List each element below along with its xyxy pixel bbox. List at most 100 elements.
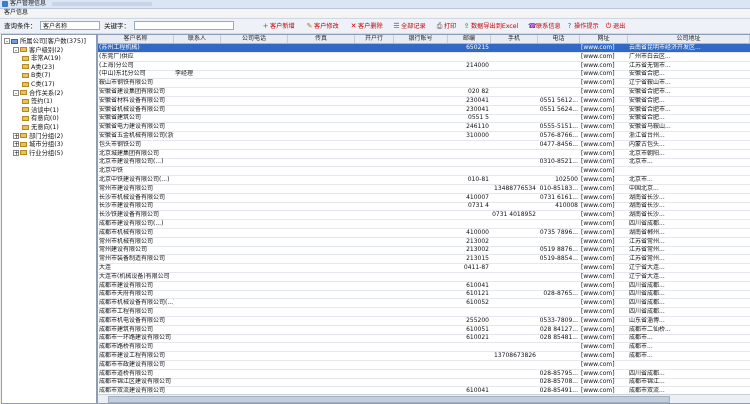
collapse-icon[interactable]: - xyxy=(4,38,10,45)
table-row[interactable]: 安徽省材料设备有限公司 230041 0551 5612... [www.com] 安徽… xyxy=(98,97,750,106)
export-button[interactable]: ⇪ 数据导出到Excel xyxy=(463,20,519,32)
table-row[interactable]: 长沙铁建设备有限公司 0731 4018952 [www.com] 湖南省长沙... xyxy=(98,211,750,221)
table-row[interactable]: 成都市路桥有限公司 [www.com] 成都市... xyxy=(98,343,750,353)
table-cell: 湖南省长沙... xyxy=(629,211,665,219)
table-row[interactable]: 包头市钢铁公司 0477-8456... [www.com] 内蒙古包头... xyxy=(98,141,750,150)
table-row[interactable]: 成都市天府有限公司 610121 028-8765... [www.com] 四川省成都… xyxy=(98,290,750,300)
table-row[interactable]: 成都市建设工程有限公司 13708673826 [www.com] 成都市... xyxy=(98,352,750,361)
table-cell: 安徽省马鞍山... xyxy=(629,123,671,131)
table-row[interactable]: 成都市工程有限公司 [www.com] 四川省成都... xyxy=(98,308,750,317)
table-cell xyxy=(491,97,538,105)
table-cell xyxy=(355,150,394,158)
table-row[interactable]: 常州市装备制造有限公司 213015 0519-8854... [www.com] 江苏… xyxy=(98,255,750,265)
table-row[interactable]: 北京城建集团有限公司 [www.com] 北京市朝阳... xyxy=(98,150,750,159)
table-cell: 0310-8521... xyxy=(539,158,578,166)
table-row[interactable]: (东莞厂)供应 [www.com] 广州市白云区... xyxy=(98,53,750,62)
column-header[interactable]: 客户名称 xyxy=(98,35,174,43)
tree-node[interactable]: 签约(1) xyxy=(22,98,53,106)
select-all-button[interactable]: ☰全部记录 xyxy=(393,20,425,32)
column-header[interactable]: 邮编 xyxy=(448,35,491,43)
table-row[interactable]: 常州市机械有限公司 213002 [www.com] 江苏省常州... xyxy=(98,238,750,247)
print-button[interactable]: ⎙ 打印 xyxy=(436,20,457,32)
table-cell xyxy=(491,282,538,290)
column-header[interactable]: 手机 xyxy=(491,35,538,43)
table-row[interactable]: 长沙市建设有限公司 0731 4 410008 [www.com] 湖南省长沙... xyxy=(98,202,750,212)
tree-node[interactable]: 有意向(0) xyxy=(22,115,59,123)
category-tree[interactable]: - 所属公司[客户数(375)] - 客户级别(2) 非常A(19) A类(23) B类(7… xyxy=(1,34,97,404)
tree-node[interactable]: A类(23) xyxy=(22,64,55,72)
delete-button[interactable]: ✕ 客户删除 xyxy=(350,20,383,32)
collapse-icon[interactable]: - xyxy=(13,89,19,96)
table-row[interactable]: 安徽省电力建设有限公司 246110 0555-5151... [www.com] 安徽… xyxy=(98,123,750,133)
column-header[interactable]: 联系人 xyxy=(174,35,221,43)
table-cell: 255200 xyxy=(466,316,489,324)
help-button[interactable]: ? 操作提示 xyxy=(566,20,599,32)
tree-node[interactable]: C类(17) xyxy=(22,81,55,89)
table-row[interactable]: 安徽省机械设备有限公司 230041 0551 5624... [www.com] 安徽… xyxy=(98,106,750,115)
table-cell: [www.com] xyxy=(581,70,615,78)
table-row[interactable]: 鞍山市钢铁有限公司 [www.com] 辽宁省鞍山市... xyxy=(98,79,750,89)
tree-node[interactable]: + 部门分组(2) xyxy=(13,132,63,141)
edit-button[interactable]: ✎ 客户修改 xyxy=(306,20,339,32)
table-cell xyxy=(538,79,580,87)
search-field-select[interactable]: 客户名称 xyxy=(40,21,100,30)
table-row[interactable]: 大连市(机械设备)有限公司 [www.com] 辽宁省大连... xyxy=(98,273,750,282)
tree-node[interactable]: 洽谈中(1) xyxy=(22,107,59,115)
tree-node[interactable]: + 行业分组(5) xyxy=(13,149,63,158)
table-row[interactable]: 成都市锦江区建设有限公司 028-85708... [www.com] 成都市锦江..… xyxy=(98,378,750,388)
horizontal-scrollbar[interactable] xyxy=(98,394,750,403)
column-header[interactable]: 公司地址 xyxy=(628,35,750,43)
table-row[interactable]: (上海)分公司 214000 [www.com] 江苏省无锡市... xyxy=(98,62,750,71)
tree-node[interactable]: - 所属公司[客户数(375)] xyxy=(4,38,86,46)
table-row[interactable]: 成都市一环路建设有限公司 610021 028 85481... [www.com] 成… xyxy=(98,334,750,344)
exit-icon: ⏻ xyxy=(605,22,612,30)
plus-button[interactable]: + 客户新增 xyxy=(262,20,295,32)
table-row[interactable]: 安徽省建筑公司 0551 5 [www.com] 安徽省合肥... xyxy=(98,114,750,124)
column-header[interactable]: 网址 xyxy=(580,35,628,43)
table-cell: 0735 7896... xyxy=(539,228,578,236)
column-header[interactable]: 传真 xyxy=(288,35,355,43)
table-row[interactable]: 成都市机械有限公司 410000 0735 7896... [www.com] 湖南省郴… xyxy=(98,229,750,238)
table-row[interactable]: 北京中铁 [www.com] xyxy=(98,167,750,177)
table-row[interactable]: 安徽省建设集团有限公司 020 82 [www.com] 安徽省合肥市... xyxy=(98,88,750,97)
expand-icon[interactable]: + xyxy=(13,132,19,139)
table-cell xyxy=(355,97,394,105)
tree-node[interactable]: - 客户级别(2) xyxy=(13,46,63,55)
table-row[interactable]: 成都市建设有限公司(...) [www.com] 四川省成都... xyxy=(98,220,750,229)
tree-node[interactable]: 无意向(1) xyxy=(22,124,59,132)
expand-icon[interactable]: + xyxy=(13,141,19,148)
contact-button[interactable]: ☎联系信息 xyxy=(528,20,561,32)
column-header[interactable]: 电话 xyxy=(538,35,580,43)
column-header[interactable]: 公司电话 xyxy=(221,35,288,43)
table-row[interactable]: 成都市机械设备有限公司(...) 610052 [www.com] 四川省成都... xyxy=(98,299,750,309)
table-row[interactable]: 成都市道桥有限公司 028-85795... [www.com] 四川省成都... xyxy=(98,370,750,379)
table-row[interactable]: 北京中铁建设有限公司(...) 010-81 102500 [www.com] 北京市.… xyxy=(98,176,750,185)
table-row[interactable]: 成都市市政建设有限公司 [www.com] xyxy=(98,361,750,370)
tree-node[interactable]: + 城市分组(3) xyxy=(13,141,63,149)
table-row[interactable]: 成都市建设有限公司 610041 [www.com] 四川省成都... xyxy=(98,282,750,291)
collapse-icon[interactable]: - xyxy=(13,46,19,53)
keyword-input[interactable] xyxy=(134,21,234,30)
table-row[interactable]: 北京市建设有限公司(...) 0310-8521... [www.com] 北京市..… xyxy=(98,158,750,168)
title-bar: 客户管理信息 xyxy=(0,0,750,9)
table-row[interactable]: (中山)东北分公司 李经理 [www.com] 安徽省合肥... xyxy=(98,70,750,80)
tree-node[interactable]: - 合作关系(2) xyxy=(13,89,63,98)
table-row[interactable]: 安徽省五金机械有限公司(浙江) 310000 0576-8766... [www.co… xyxy=(98,132,750,141)
scrollbar-thumb[interactable] xyxy=(108,396,670,403)
table-cell: 610051 xyxy=(466,325,489,333)
exit-button[interactable]: ⏻ 退出 xyxy=(605,20,626,32)
table-row[interactable]: 常州市建设有限公司 13488776534 010-85183... [www.com… xyxy=(98,185,750,194)
column-header[interactable]: 银行账号 xyxy=(394,35,448,43)
expand-icon[interactable]: + xyxy=(13,149,19,156)
table-row[interactable]: 成都市建筑有限公司 610051 028 84127... [www.com] 成都市二… xyxy=(98,326,750,335)
column-header[interactable]: 开户行 xyxy=(355,35,394,43)
table-row[interactable]: 成都市机电设备有限公司 255200 0533-7809... [www.com] 山东… xyxy=(98,317,750,326)
table-cell xyxy=(355,264,394,272)
table-row[interactable]: 常州建设有限公司 213002 0519 8876... [www.com] 江苏省常州… xyxy=(98,246,750,256)
table-row[interactable]: 大连 0411-87 [www.com] 辽宁省大连... xyxy=(98,264,750,273)
menu-item-customer-info[interactable]: 客户信息 xyxy=(4,9,28,17)
table-row[interactable]: (苏州工程机械) 650215 [www.com] 云南省昆明市经济开发区... xyxy=(98,44,750,53)
tree-node[interactable]: 非常A(19) xyxy=(22,55,61,63)
tree-node[interactable]: B类(7) xyxy=(22,72,51,80)
table-row[interactable]: 长沙市机械设备有限公司 410007 0731 6161... [www.com] 湖南… xyxy=(98,194,750,203)
